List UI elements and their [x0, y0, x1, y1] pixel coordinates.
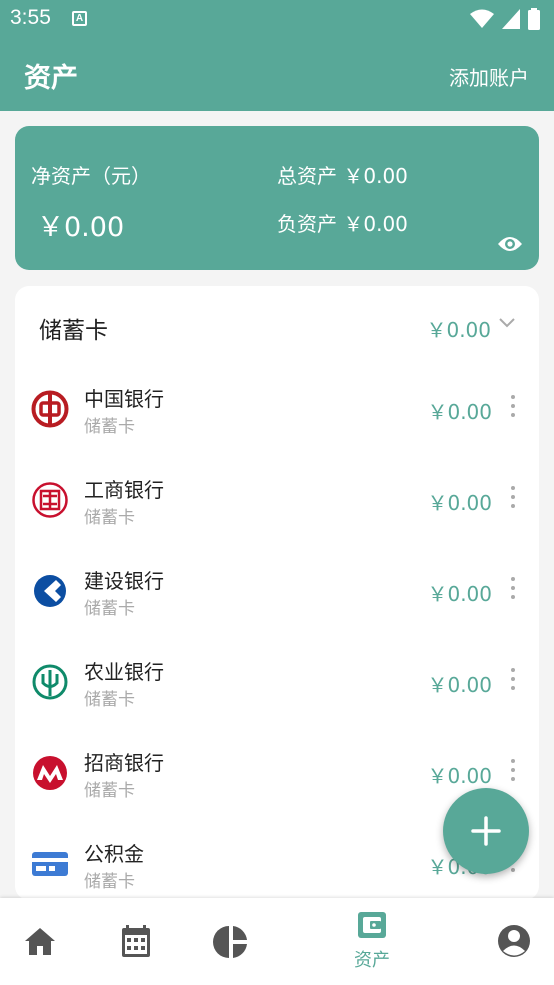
nav-profile[interactable]	[494, 898, 534, 985]
nav-home[interactable]	[20, 898, 60, 985]
more-vertical-icon[interactable]	[510, 395, 516, 421]
account-type: 储蓄卡	[84, 417, 135, 437]
more-vertical-icon[interactable]	[510, 668, 516, 694]
account-amount: ￥0.00	[427, 491, 492, 515]
net-assets-value: ￥0.00	[37, 212, 125, 243]
credit-card-icon	[32, 852, 68, 876]
account-row[interactable]: 农业银行 储蓄卡 ￥0.00	[15, 639, 539, 730]
nav-assets[interactable]: 资产	[340, 898, 404, 985]
liabilities-label: 负资产	[277, 212, 337, 236]
total-assets-value: ￥0.00	[343, 164, 408, 188]
account-amount: ￥0.00	[427, 673, 492, 697]
account-row[interactable]: 中国银行 储蓄卡 ￥0.00	[15, 366, 539, 457]
account-type: 储蓄卡	[84, 872, 135, 892]
more-vertical-icon[interactable]	[510, 486, 516, 512]
more-vertical-icon[interactable]	[510, 577, 516, 603]
eye-icon[interactable]	[497, 235, 523, 253]
more-vertical-icon[interactable]	[510, 759, 516, 785]
boc-logo-icon	[31, 390, 69, 428]
account-name: 公积金	[84, 842, 144, 866]
plus-icon	[471, 816, 501, 846]
account-name: 工商银行	[84, 478, 164, 502]
total-assets-row: 总资产 ￥0.00	[277, 160, 408, 189]
notification-icon: A	[72, 11, 87, 26]
liabilities-row: 负资产 ￥0.00	[277, 208, 408, 237]
add-account-button[interactable]: 添加账户	[449, 62, 529, 91]
icbc-logo-icon	[32, 482, 68, 518]
account-group-title: 储蓄卡	[39, 318, 108, 344]
wallet-icon	[358, 912, 386, 938]
nav-statistics[interactable]	[211, 898, 251, 985]
account-group-total: ￥0.00	[426, 318, 491, 342]
net-assets-label: 净资产（元）	[31, 164, 151, 188]
battery-icon	[528, 8, 540, 30]
status-time: 3:55	[10, 6, 51, 29]
account-amount: ￥0.00	[427, 582, 492, 606]
asset-summary-card: 净资产（元） ￥0.00 总资产 ￥0.00 负资产 ￥0.00	[15, 126, 539, 270]
nav-calendar[interactable]	[116, 898, 156, 985]
nav-assets-label: 资产	[354, 950, 390, 971]
wifi-icon	[470, 9, 494, 28]
account-name: 建设银行	[84, 569, 164, 593]
total-assets-label: 总资产	[277, 164, 337, 188]
status-bar: 3:55 A	[0, 0, 554, 38]
ccb-logo-icon	[34, 575, 66, 607]
home-icon	[25, 928, 55, 955]
cmb-logo-icon	[33, 756, 67, 790]
abc-logo-icon	[32, 664, 68, 700]
app-bar: 资产 添加账户	[0, 38, 554, 111]
calendar-icon	[122, 925, 150, 957]
liabilities-value: ￥0.00	[343, 212, 408, 236]
account-amount: ￥0.00	[427, 400, 492, 424]
account-name: 农业银行	[84, 660, 164, 684]
account-circle-icon	[498, 925, 530, 957]
chevron-down-icon[interactable]	[499, 318, 515, 328]
pie-chart-icon	[213, 926, 247, 958]
bottom-navigation: 资产	[0, 898, 554, 985]
account-type: 储蓄卡	[84, 599, 135, 619]
account-name: 招商银行	[84, 751, 164, 775]
account-type: 储蓄卡	[84, 508, 135, 528]
account-name: 中国银行	[84, 387, 164, 411]
account-type: 储蓄卡	[84, 781, 135, 801]
account-row[interactable]: 建设银行 储蓄卡 ￥0.00	[15, 548, 539, 639]
account-amount: ￥0.00	[427, 764, 492, 788]
signal-icon	[502, 9, 520, 29]
account-row[interactable]: 工商银行 储蓄卡 ￥0.00	[15, 457, 539, 548]
page-title: 资产	[24, 63, 78, 94]
account-group-header[interactable]: 储蓄卡 ￥0.00	[15, 286, 539, 366]
account-type: 储蓄卡	[84, 690, 135, 710]
add-fab-button[interactable]	[443, 788, 529, 874]
